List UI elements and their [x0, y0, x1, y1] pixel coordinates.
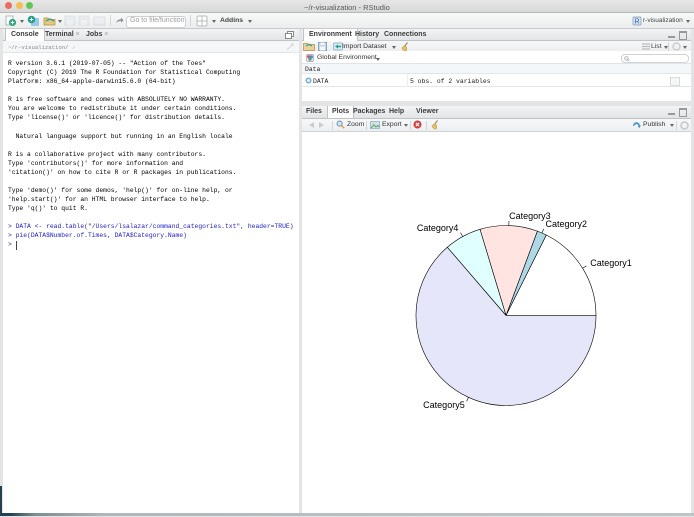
svg-text:Category5: Category5 — [423, 399, 465, 409]
svg-text:Category4: Category4 — [417, 223, 459, 233]
svg-text:Category1: Category1 — [590, 257, 632, 267]
svg-text:Category3: Category3 — [509, 211, 551, 221]
svg-text:R: R — [634, 18, 639, 25]
svg-text:Category2: Category2 — [545, 219, 587, 229]
